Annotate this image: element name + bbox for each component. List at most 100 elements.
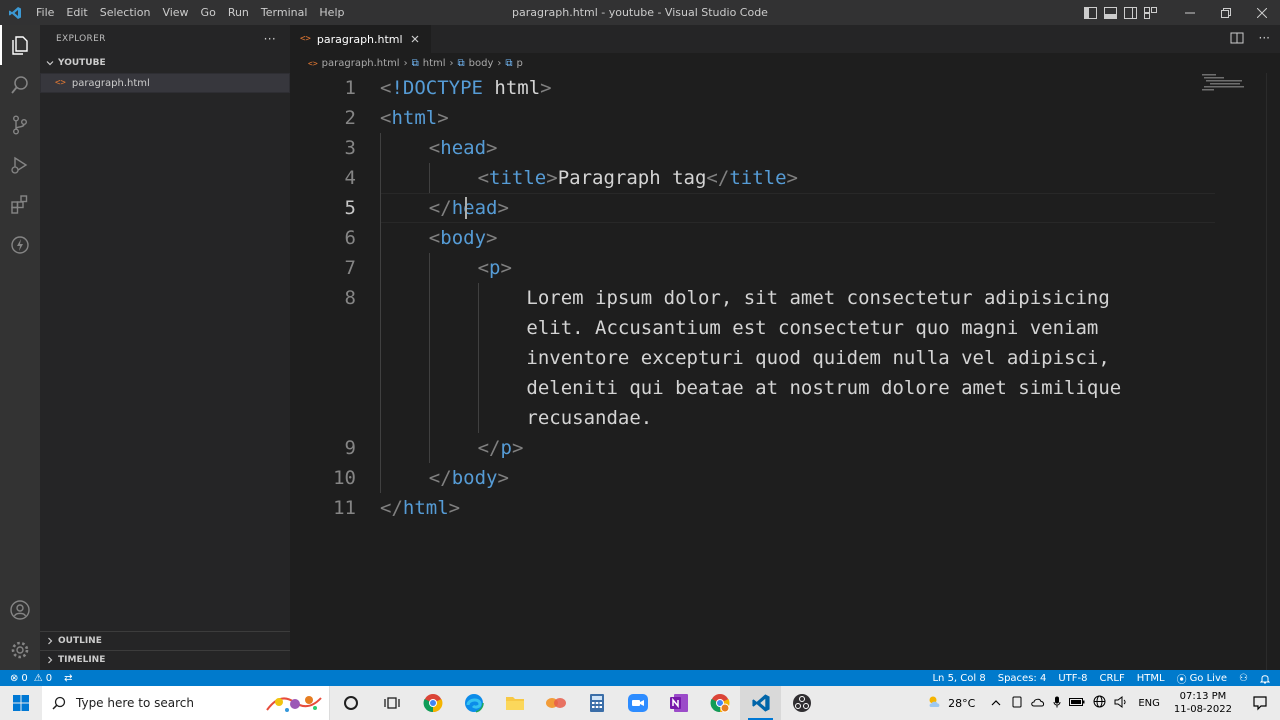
encoding[interactable]: UTF-8 bbox=[1052, 670, 1093, 686]
breadcrumb-html[interactable]: html bbox=[423, 58, 446, 69]
more-actions-icon[interactable]: ··· bbox=[264, 32, 276, 46]
chevron-up-icon[interactable] bbox=[991, 697, 1001, 710]
bell-icon[interactable] bbox=[1254, 670, 1280, 686]
indentation[interactable]: Spaces: 4 bbox=[992, 670, 1053, 686]
obs-icon[interactable] bbox=[781, 686, 822, 720]
meet-now-icon[interactable] bbox=[1011, 696, 1023, 711]
more-actions-icon[interactable]: ··· bbox=[1259, 31, 1270, 45]
indent-guide bbox=[380, 373, 381, 403]
source-control-icon[interactable] bbox=[0, 105, 40, 145]
indent-guide bbox=[428, 373, 430, 403]
line-number bbox=[290, 373, 356, 403]
toggle-sidebar-icon[interactable] bbox=[1082, 5, 1098, 21]
menu-run[interactable]: Run bbox=[222, 0, 255, 25]
live-share-icon[interactable]: ⇄ bbox=[58, 670, 78, 686]
vscode-taskbar-icon[interactable] bbox=[740, 686, 781, 720]
code-line: <html> bbox=[380, 103, 449, 133]
line-number: 1 bbox=[344, 77, 356, 99]
gear-icon[interactable] bbox=[0, 630, 40, 670]
code-line: <title>Paragraph tag</title> bbox=[478, 163, 798, 193]
menu-selection[interactable]: Selection bbox=[94, 0, 157, 25]
menu-file[interactable]: File bbox=[30, 0, 60, 25]
toggle-secondary-sidebar-icon[interactable] bbox=[1122, 5, 1138, 21]
onedrive-icon[interactable] bbox=[1031, 697, 1045, 710]
file-label: paragraph.html bbox=[71, 77, 150, 89]
calculator-icon[interactable] bbox=[576, 686, 617, 720]
extensions-icon[interactable] bbox=[0, 185, 40, 225]
microphone-icon[interactable] bbox=[1053, 696, 1061, 711]
chrome-profile-icon[interactable] bbox=[699, 686, 740, 720]
search-icon[interactable] bbox=[0, 65, 40, 105]
notifications-icon[interactable] bbox=[1240, 695, 1280, 711]
task-view-icon[interactable] bbox=[371, 686, 412, 720]
folder-youtube[interactable]: YOUTUBE bbox=[40, 53, 290, 73]
menu-go[interactable]: Go bbox=[195, 0, 222, 25]
close-icon[interactable] bbox=[409, 33, 421, 45]
explorer-title: EXPLORER bbox=[56, 34, 106, 44]
clock[interactable]: 07:13 PM 11-08-2022 bbox=[1166, 690, 1240, 716]
edge-icon[interactable] bbox=[453, 686, 494, 720]
vertical-scrollbar[interactable] bbox=[1266, 73, 1280, 670]
error-count: 0 bbox=[21, 672, 28, 684]
breadcrumb-p[interactable]: p bbox=[517, 58, 523, 69]
menu-edit[interactable]: Edit bbox=[60, 0, 93, 25]
bracket-token: < bbox=[428, 137, 441, 159]
explorer-icon[interactable] bbox=[0, 25, 40, 65]
onenote-icon[interactable] bbox=[658, 686, 699, 720]
indent-guide bbox=[380, 283, 381, 313]
run-debug-icon[interactable] bbox=[0, 145, 40, 185]
timeline-panel[interactable]: TIMELINE bbox=[40, 650, 290, 669]
close-window-icon[interactable] bbox=[1244, 0, 1280, 25]
code-line: </p> bbox=[478, 433, 524, 463]
input-language[interactable]: ENG bbox=[1138, 698, 1160, 709]
menu-view[interactable]: View bbox=[156, 0, 194, 25]
weather-icon[interactable] bbox=[926, 694, 944, 713]
menu-terminal[interactable]: Terminal bbox=[255, 0, 314, 25]
chrome-icon[interactable] bbox=[412, 686, 453, 720]
bracket-token: > bbox=[540, 77, 552, 99]
text-token: Lorem ipsum dolor, sit amet consectetur … bbox=[526, 287, 1110, 309]
bracket-token: > bbox=[497, 467, 509, 489]
end-of-line[interactable]: CRLF bbox=[1093, 670, 1130, 686]
menu-help[interactable]: Help bbox=[313, 0, 350, 25]
zoom-icon[interactable] bbox=[617, 686, 658, 720]
split-editor-icon[interactable] bbox=[1230, 31, 1244, 45]
tab-paragraph-html[interactable]: <> paragraph.html bbox=[290, 25, 431, 53]
windows-start-icon[interactable] bbox=[0, 686, 42, 720]
volume-icon[interactable] bbox=[1114, 695, 1128, 711]
file-explorer-icon[interactable] bbox=[494, 686, 535, 720]
taskbar-search-box[interactable]: Type here to search bbox=[42, 686, 330, 720]
toggle-panel-icon[interactable] bbox=[1102, 5, 1118, 21]
line-number: 6 bbox=[344, 227, 356, 249]
network-globe-icon[interactable] bbox=[1093, 695, 1106, 711]
language-mode[interactable]: HTML bbox=[1131, 670, 1171, 686]
outline-panel[interactable]: OUTLINE bbox=[40, 631, 290, 650]
accounts-icon[interactable] bbox=[0, 590, 40, 630]
cursor-position[interactable]: Ln 5, Col 8 bbox=[926, 670, 991, 686]
remote-explorer-icon[interactable] bbox=[0, 225, 40, 265]
problems-indicator[interactable]: ⊗ 0 ⚠ 0 bbox=[0, 670, 58, 686]
weather-temp[interactable]: 28°C bbox=[948, 697, 975, 710]
code-line: <body> bbox=[429, 223, 498, 253]
minimize-icon[interactable] bbox=[1172, 0, 1208, 25]
code-editor[interactable]: 1 2 3 4 5 6 7 8 9 10 11 <!DOCTYPE html> <html> <head… bbox=[290, 73, 1280, 670]
battery-icon[interactable] bbox=[1069, 697, 1085, 710]
go-live-button[interactable]: ⦿ Go Live bbox=[1171, 670, 1233, 686]
cortana-icon[interactable] bbox=[330, 686, 371, 720]
tag-name-token: title bbox=[489, 167, 547, 189]
line-number: 8 bbox=[344, 287, 356, 309]
breadcrumb-file[interactable]: paragraph.html bbox=[322, 58, 400, 69]
text-token: inventore excepturi quod quidem nulla ve… bbox=[526, 347, 1110, 369]
system-tray: 28°C ENG 07:13 PM 11-08-2022 bbox=[926, 686, 1280, 720]
minimap[interactable] bbox=[1200, 73, 1260, 103]
feedback-icon[interactable]: ⚇ bbox=[1233, 670, 1254, 686]
restore-icon[interactable] bbox=[1208, 0, 1244, 25]
indent-guide bbox=[477, 403, 479, 433]
line-number: 5 bbox=[344, 197, 356, 219]
error-icon: ⊗ bbox=[10, 672, 19, 684]
customize-layout-icon[interactable] bbox=[1142, 5, 1158, 21]
app-icon[interactable] bbox=[535, 686, 576, 720]
breadcrumb-body[interactable]: body bbox=[469, 58, 494, 69]
indent-guide bbox=[380, 133, 381, 163]
file-paragraph-html[interactable]: <> paragraph.html bbox=[40, 73, 290, 93]
